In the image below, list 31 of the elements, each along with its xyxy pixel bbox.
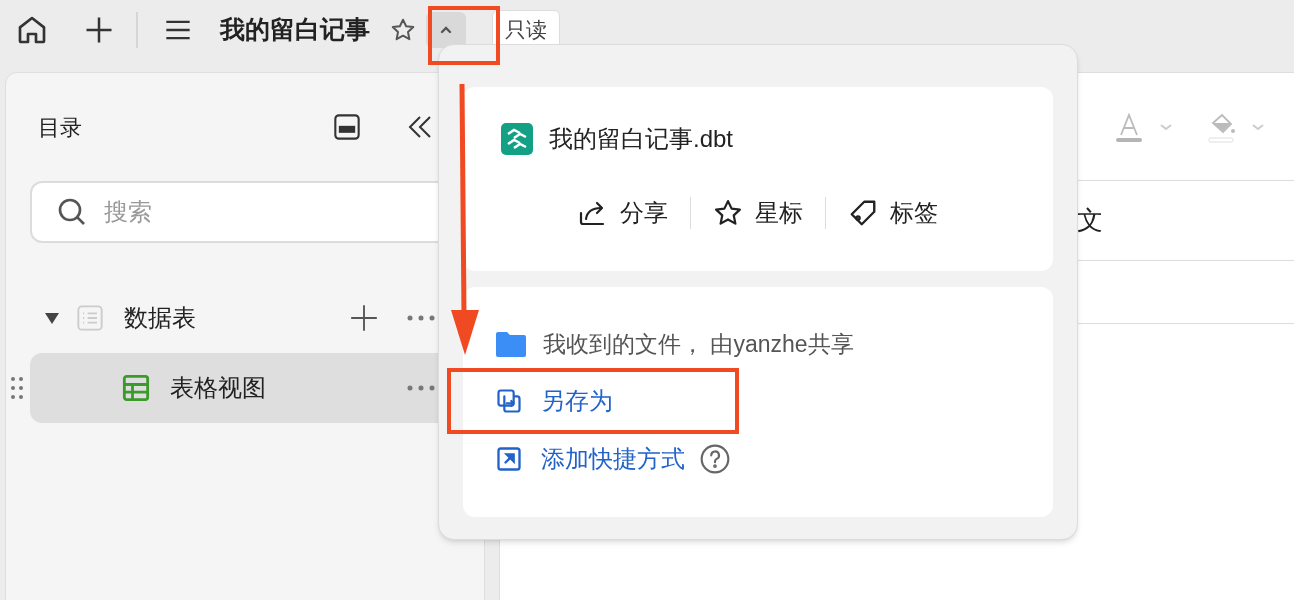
- column-header: 文: [1077, 204, 1103, 237]
- sidebar-title: 目录: [38, 113, 82, 142]
- file-icon: [501, 123, 533, 155]
- file-name: 我的留白记事.dbt: [549, 124, 734, 154]
- menu-link[interactable]: 另存为: [495, 382, 613, 419]
- tree-item[interactable]: 数据表: [30, 283, 484, 353]
- star-icon[interactable]: [390, 17, 416, 43]
- panel-icon[interactable]: [333, 113, 361, 141]
- tag-icon: [848, 198, 878, 228]
- more-icon[interactable]: [406, 384, 436, 392]
- action-button[interactable]: 分享: [576, 195, 670, 231]
- star-icon: [713, 198, 743, 228]
- action-button[interactable]: 星标: [711, 195, 805, 231]
- home-icon[interactable]: [16, 14, 48, 46]
- search-input[interactable]: 搜索: [104, 194, 404, 230]
- menu-link[interactable]: 添加快捷方式: [495, 440, 685, 477]
- chevron-up-icon: [439, 25, 453, 35]
- action-button[interactable]: 标签: [846, 195, 940, 231]
- folder-icon: [495, 330, 527, 359]
- more-icon[interactable]: [406, 314, 436, 322]
- table-icon: [122, 374, 150, 402]
- list-icon: [76, 304, 104, 332]
- caret-icon[interactable]: [44, 311, 60, 325]
- save-as-icon: [495, 386, 523, 415]
- help-icon[interactable]: [699, 442, 731, 475]
- file-location: 我收到的文件， 由yanzhe共享: [543, 330, 854, 359]
- shortcut-icon: [495, 444, 523, 473]
- plus-icon[interactable]: [84, 15, 114, 45]
- plus-icon[interactable]: [350, 304, 378, 332]
- drag-handle-icon[interactable]: [10, 376, 24, 400]
- document-title: 我的留白记事: [220, 14, 370, 46]
